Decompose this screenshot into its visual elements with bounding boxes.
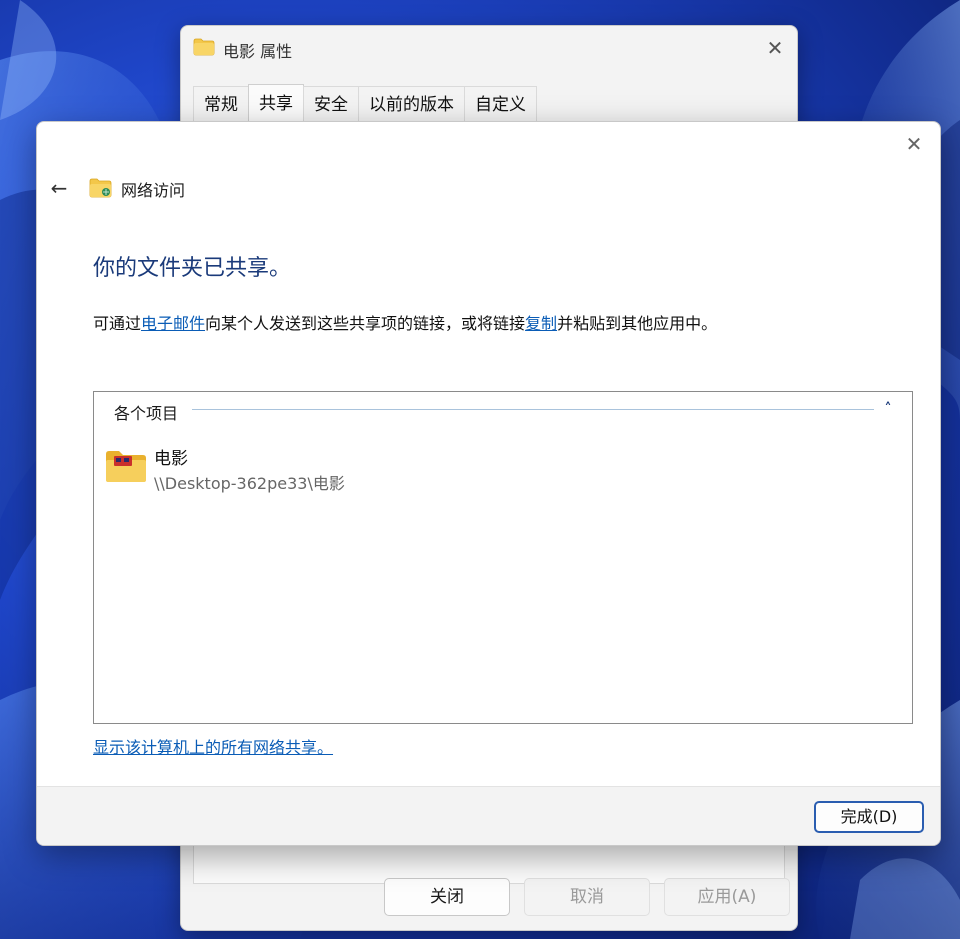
items-group-label: 各个项目 — [114, 404, 179, 423]
cancel-button[interactable]: 取消 — [524, 878, 650, 916]
list-item[interactable]: 电影 \\Desktop-362pe33\电影 — [102, 440, 502, 496]
tab-customize[interactable]: 自定义 — [464, 86, 537, 122]
shared-heading: 你的文件夹已共享。 — [93, 256, 292, 281]
close-button[interactable]: 关闭 — [384, 878, 510, 916]
dialog-title: 网络访问 — [121, 181, 186, 200]
show-all-shares-link[interactable]: 显示该计算机上的所有网络共享。 — [93, 734, 333, 758]
chevron-up-icon[interactable]: ˄ — [878, 398, 898, 420]
desc-text-3: 并粘贴到其他应用中。 — [557, 314, 718, 333]
properties-footer: 关闭 取消 应用(A) — [181, 878, 797, 930]
items-group-header[interactable]: 各个项目 ˄ — [94, 392, 912, 428]
item-network-path: \\Desktop-362pe33\电影 — [154, 474, 345, 493]
apply-button[interactable]: 应用(A) — [664, 878, 790, 916]
dialog-footer: 完成(D) — [37, 786, 940, 845]
properties-titlebar: 电影 属性 ✕ — [181, 26, 797, 70]
desc-text-2: 向某个人发送到这些共享项的链接，或将链接 — [205, 314, 526, 333]
close-icon[interactable]: ✕ — [900, 130, 928, 158]
back-arrow-icon[interactable]: ← — [45, 174, 73, 202]
network-access-dialog: ✕ ← 网络访问 你的文件夹已共享。 可通过电子邮件向某个人发送到这些共享项的链… — [36, 121, 941, 846]
items-group-divider — [192, 409, 874, 410]
copy-link[interactable]: 复制 — [525, 314, 557, 333]
email-link[interactable]: 电子邮件 — [141, 314, 205, 333]
properties-title: 电影 属性 — [223, 42, 293, 61]
close-icon[interactable]: ✕ — [761, 34, 789, 62]
folder-icon — [193, 38, 215, 56]
tab-general[interactable]: 常规 — [193, 86, 249, 122]
done-button[interactable]: 完成(D) — [814, 801, 924, 833]
tab-sharing[interactable]: 共享 — [248, 84, 304, 122]
properties-tabs: 常规 共享 安全 以前的版本 自定义 — [193, 84, 537, 122]
desc-text-1: 可通过 — [93, 314, 142, 333]
tab-security[interactable]: 安全 — [303, 86, 359, 122]
network-folder-icon — [89, 178, 112, 198]
shared-folder-icon — [106, 451, 146, 482]
share-description: 可通过电子邮件向某个人发送到这些共享项的链接，或将链接复制并粘贴到其他应用中。 — [93, 310, 717, 334]
shared-items-box: 各个项目 ˄ 电影 \\Desktop-362pe33\电影 — [93, 391, 913, 724]
tab-previous-versions[interactable]: 以前的版本 — [358, 86, 465, 122]
item-name: 电影 — [154, 449, 188, 469]
